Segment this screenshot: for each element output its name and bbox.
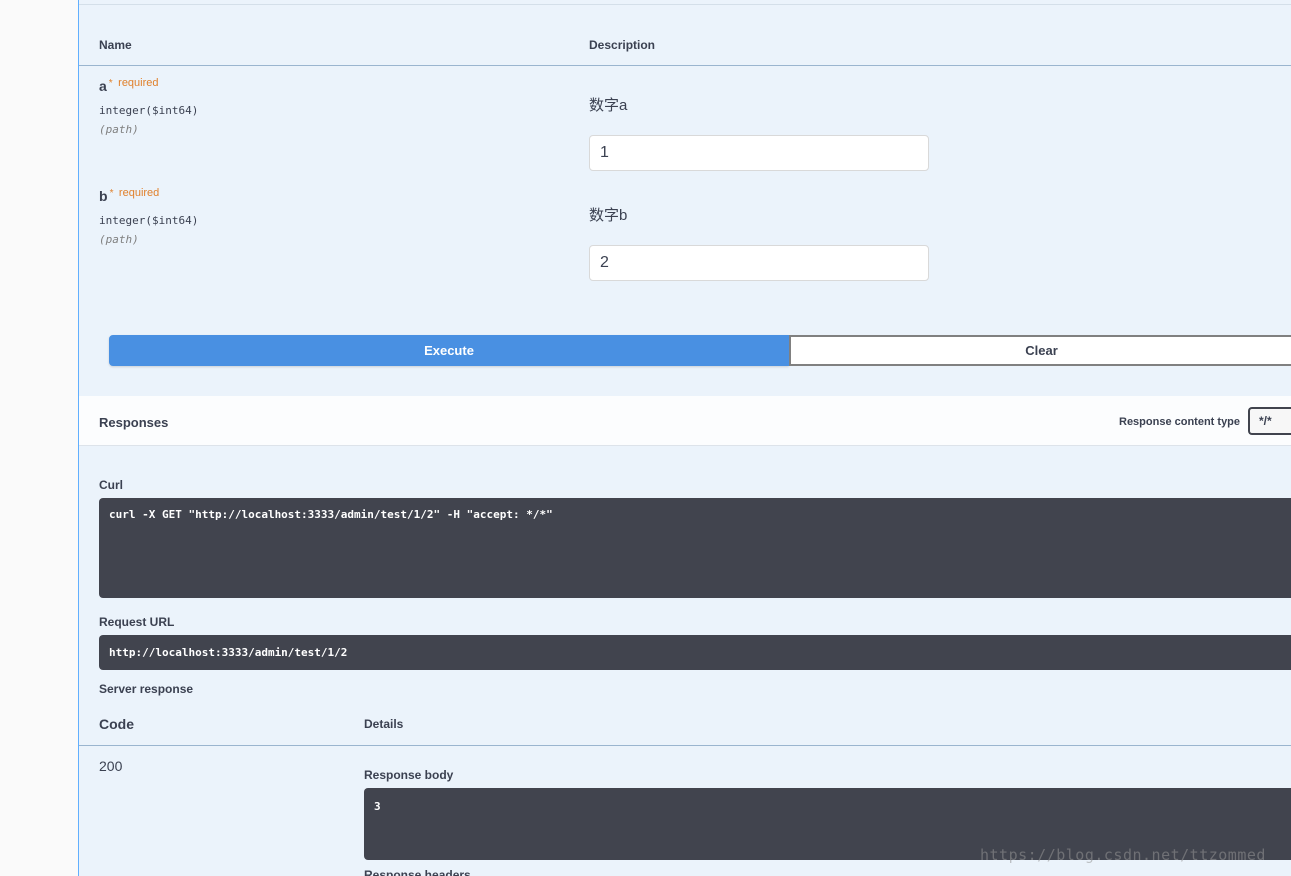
left-gutter <box>0 0 78 876</box>
param-a-input[interactable] <box>589 135 929 171</box>
server-response-label: Server response <box>99 682 194 696</box>
responses-title: Responses <box>99 415 169 430</box>
params-header-description: Description <box>589 38 656 52</box>
param-description: 数字a <box>589 97 628 114</box>
param-name: b <box>99 188 108 204</box>
required-label: required <box>118 77 159 89</box>
response-code: 200 <box>99 758 123 774</box>
responses-header: Responses Response content type */* <box>79 396 1291 446</box>
param-type: integer($int64) <box>99 104 199 117</box>
param-location: (path) <box>99 233 139 246</box>
curl-command[interactable]: curl -X GET "http://localhost:3333/admin… <box>99 498 1291 598</box>
param-description: 数字b <box>589 207 628 224</box>
response-content-type-select[interactable]: */* <box>1248 407 1291 435</box>
code-column-header: Code <box>99 716 134 732</box>
divider <box>79 745 1291 746</box>
param-type: integer($int64) <box>99 214 199 227</box>
execute-wrapper: Execute Clear <box>109 335 1291 366</box>
response-content-type-label: Response content type <box>1119 416 1241 428</box>
response-headers-label: Response headers <box>364 868 471 876</box>
execute-button[interactable]: Execute <box>109 335 789 366</box>
response-body-label: Response body <box>364 768 454 782</box>
curl-label: Curl <box>99 478 123 492</box>
required-label: required <box>118 187 160 199</box>
param-location: (path) <box>99 123 139 136</box>
required-star: * <box>108 78 113 89</box>
divider <box>79 4 1291 5</box>
param-a: a * required integer($int64) (path) <box>99 77 199 136</box>
param-b-input[interactable] <box>589 245 929 281</box>
operation-block: Name Description a * required integer($in… <box>78 0 1291 876</box>
request-url-label: Request URL <box>99 615 175 629</box>
watermark: https://blog.csdn.net/ttzommed <box>980 846 1266 864</box>
required-star: * <box>109 188 114 199</box>
divider <box>79 65 1291 66</box>
param-name: a <box>99 78 107 94</box>
params-header-name: Name <box>99 38 132 52</box>
request-url-value[interactable]: http://localhost:3333/admin/test/1/2 <box>99 635 1291 670</box>
param-b: b * required integer($int64) (path) <box>99 187 199 246</box>
clear-button[interactable]: Clear <box>789 335 1291 366</box>
details-column-header: Details <box>364 717 404 731</box>
